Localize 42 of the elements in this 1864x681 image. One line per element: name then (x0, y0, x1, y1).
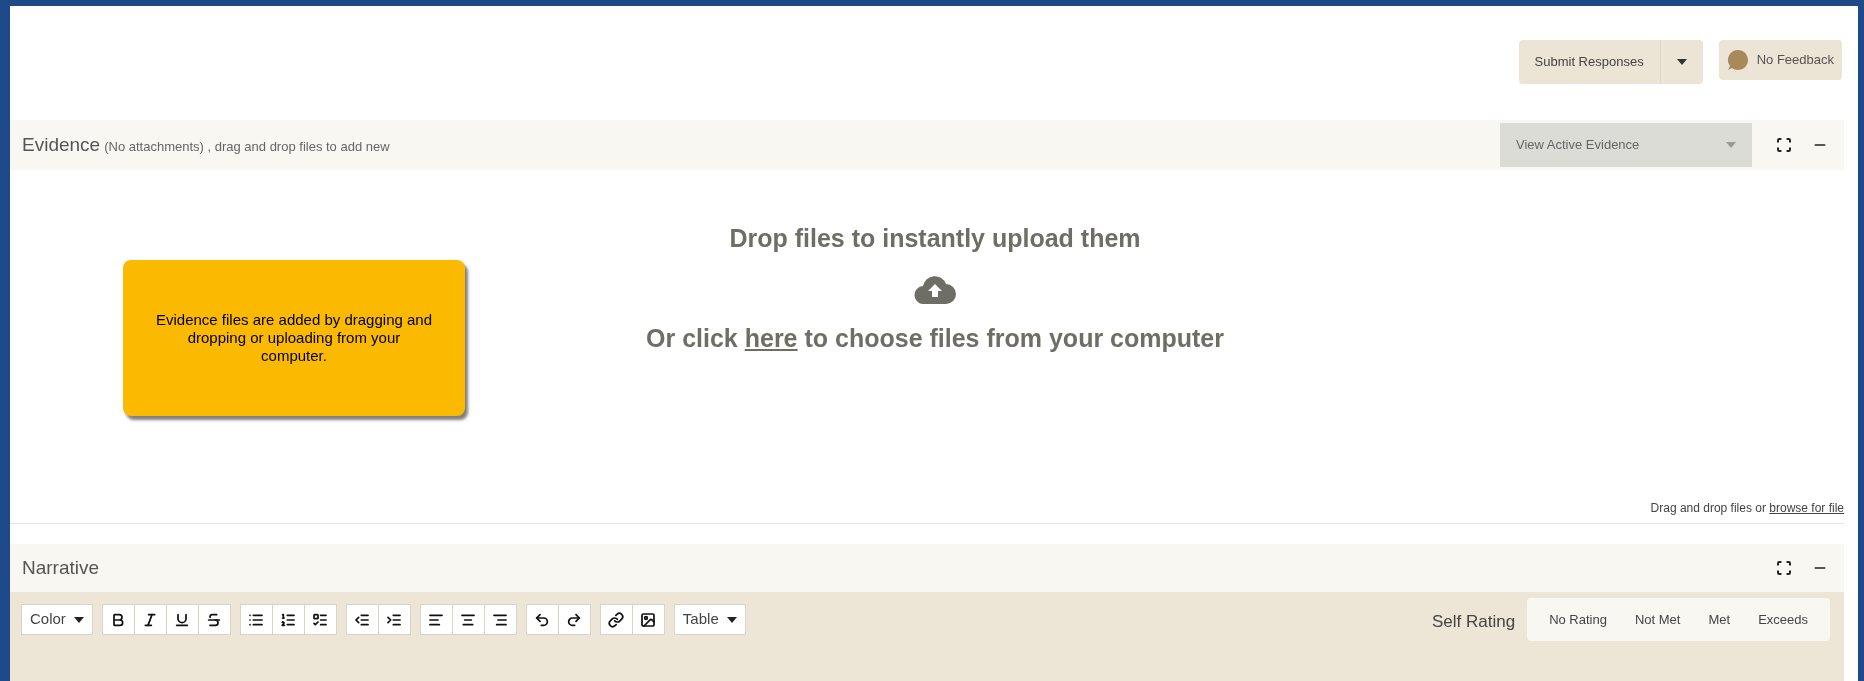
table-dropdown[interactable]: Table (673, 604, 746, 635)
redo-icon[interactable] (557, 604, 591, 635)
indent-icon[interactable] (377, 604, 411, 635)
image-icon[interactable] (631, 604, 665, 635)
rating-option[interactable]: Not Met (1620, 604, 1695, 635)
italic-icon[interactable] (133, 604, 167, 635)
numbered-list-icon[interactable] (271, 604, 305, 635)
browse-hint: Drag and drop files or browse for file (1650, 500, 1844, 517)
feedback-button[interactable]: No Feedback (1718, 40, 1842, 80)
drop-instruction: Or click here to choose files from your computer (646, 322, 1224, 354)
caret-icon (726, 616, 737, 623)
align-right-icon[interactable] (483, 604, 517, 635)
rating-option[interactable]: No Rating (1535, 604, 1621, 635)
bullet-list-icon[interactable] (239, 604, 273, 635)
expand-icon[interactable] (1776, 560, 1792, 576)
caret-icon (73, 616, 84, 623)
evidence-title: Evidence (21, 132, 101, 157)
evidence-view-select[interactable]: View Active Evidence (1500, 123, 1752, 167)
rating-option[interactable]: Met (1694, 604, 1745, 635)
rating-option[interactable]: Exceeds (1744, 604, 1822, 635)
caret-icon (1676, 59, 1687, 65)
align-center-icon[interactable] (451, 604, 485, 635)
speech-bubble-icon (1726, 49, 1749, 71)
undo-icon[interactable] (525, 604, 559, 635)
caret-icon (1726, 142, 1736, 148)
info-note: Evidence files are added by dragging and dropping or uploading from your computer. (123, 259, 465, 416)
expand-icon[interactable] (1776, 137, 1792, 153)
drop-heading: Drop files to instantly upload them (729, 223, 1141, 254)
cloud-upload-icon[interactable] (914, 275, 956, 304)
here-link[interactable]: here (744, 323, 798, 352)
strikethrough-icon[interactable] (197, 604, 231, 635)
color-dropdown[interactable]: Color (21, 604, 93, 635)
outdent-icon[interactable] (345, 604, 379, 635)
browse-link[interactable]: browse for file (1769, 501, 1844, 515)
link-icon[interactable] (599, 604, 633, 635)
align-left-icon[interactable] (419, 604, 453, 635)
evidence-subtitle: (No attachments) , drag and drop files to add new (104, 138, 390, 157)
underline-icon[interactable] (165, 604, 199, 635)
bold-icon[interactable] (101, 604, 135, 635)
narrative-title: Narrative (21, 555, 101, 580)
self-rating-label: Self Rating (1431, 611, 1516, 633)
checklist-icon[interactable] (303, 604, 337, 635)
